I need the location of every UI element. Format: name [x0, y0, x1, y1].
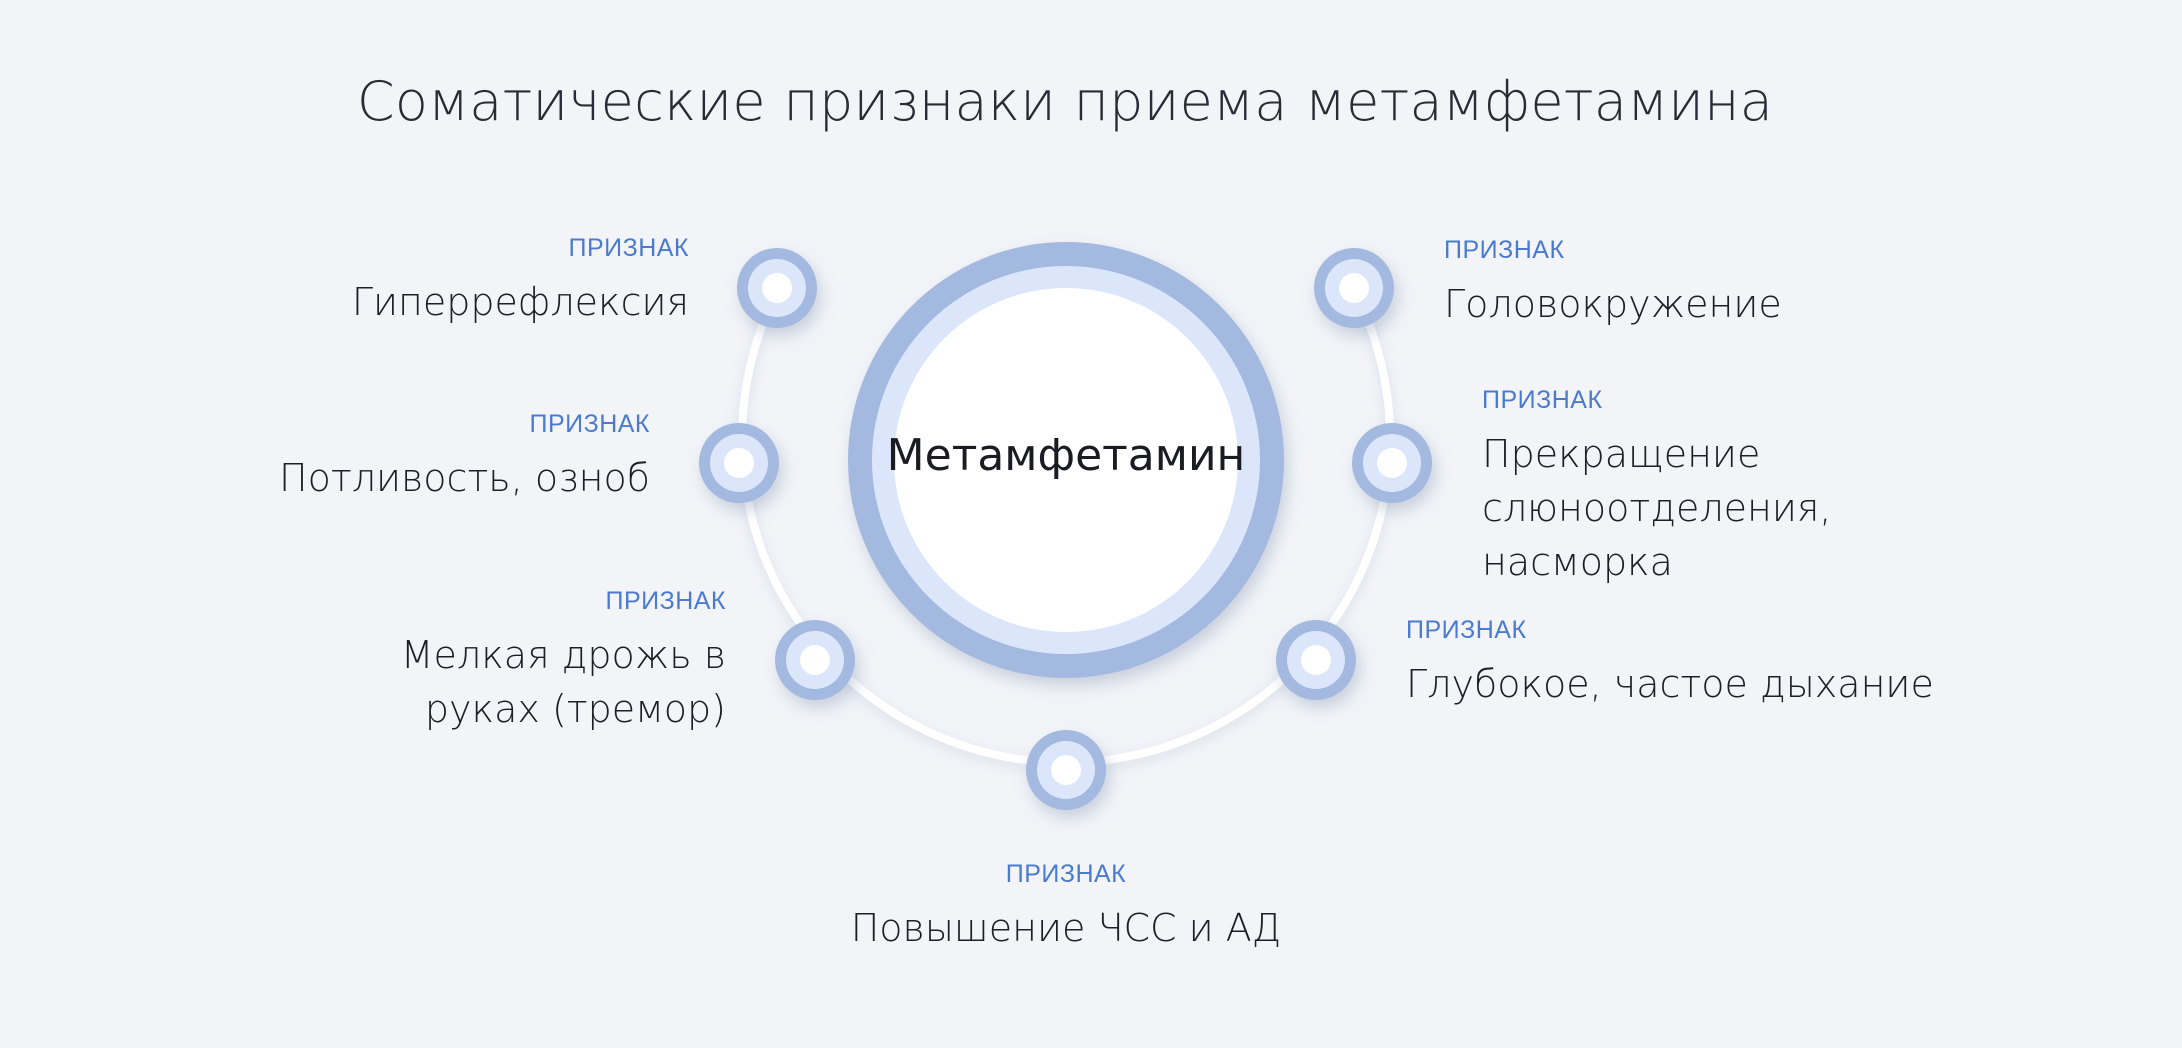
item-label: Потливость, озноб [279, 456, 650, 500]
item-label: Мелкая дрожь в руках (тремор) [400, 633, 726, 731]
item-tag: ПРИЗНАК [568, 234, 689, 262]
item-dizziness: ПРИЗНАК Головокружение [1444, 236, 1782, 331]
item-tag: ПРИЗНАК [1444, 236, 1565, 264]
node-marker-7 [1314, 248, 1394, 328]
center-label: Метамфетамин [886, 430, 1246, 481]
item-breathing: ПРИЗНАК Глубокое, частое дыхание [1406, 616, 1934, 711]
item-label: Головокружение [1444, 282, 1782, 326]
item-tag: ПРИЗНАК [1005, 860, 1127, 888]
item-label: Гиперрефлексия [351, 280, 689, 324]
item-label: Повышение ЧСС и АД [850, 906, 1282, 950]
node-marker-5 [1276, 620, 1356, 700]
item-sweating: ПРИЗНАК Потливость, озноб [279, 410, 650, 505]
node-marker-1 [737, 248, 817, 328]
item-label: Прекращение слюноотделения, насморка [1482, 432, 1832, 584]
item-heart-rate: ПРИЗНАК Повышение ЧСС и АД [766, 860, 1366, 955]
item-tag: ПРИЗНАК [605, 587, 726, 615]
item-tag: ПРИЗНАК [529, 410, 650, 438]
node-marker-2 [699, 423, 779, 503]
item-hyperreflexia: ПРИЗНАК Гиперрефлексия [352, 234, 689, 329]
item-salivation: ПРИЗНАК Прекращение слюноотделения, насм… [1482, 386, 2002, 589]
node-marker-3 [775, 620, 855, 700]
item-tag: ПРИЗНАК [1406, 616, 1527, 644]
item-label: Глубокое, частое дыхание [1406, 662, 1934, 706]
item-tremor: ПРИЗНАК Мелкая дрожь в руках (тремор) [286, 587, 726, 736]
node-marker-4 [1026, 730, 1106, 810]
node-marker-6 [1352, 423, 1432, 503]
item-tag: ПРИЗНАК [1482, 386, 1603, 414]
